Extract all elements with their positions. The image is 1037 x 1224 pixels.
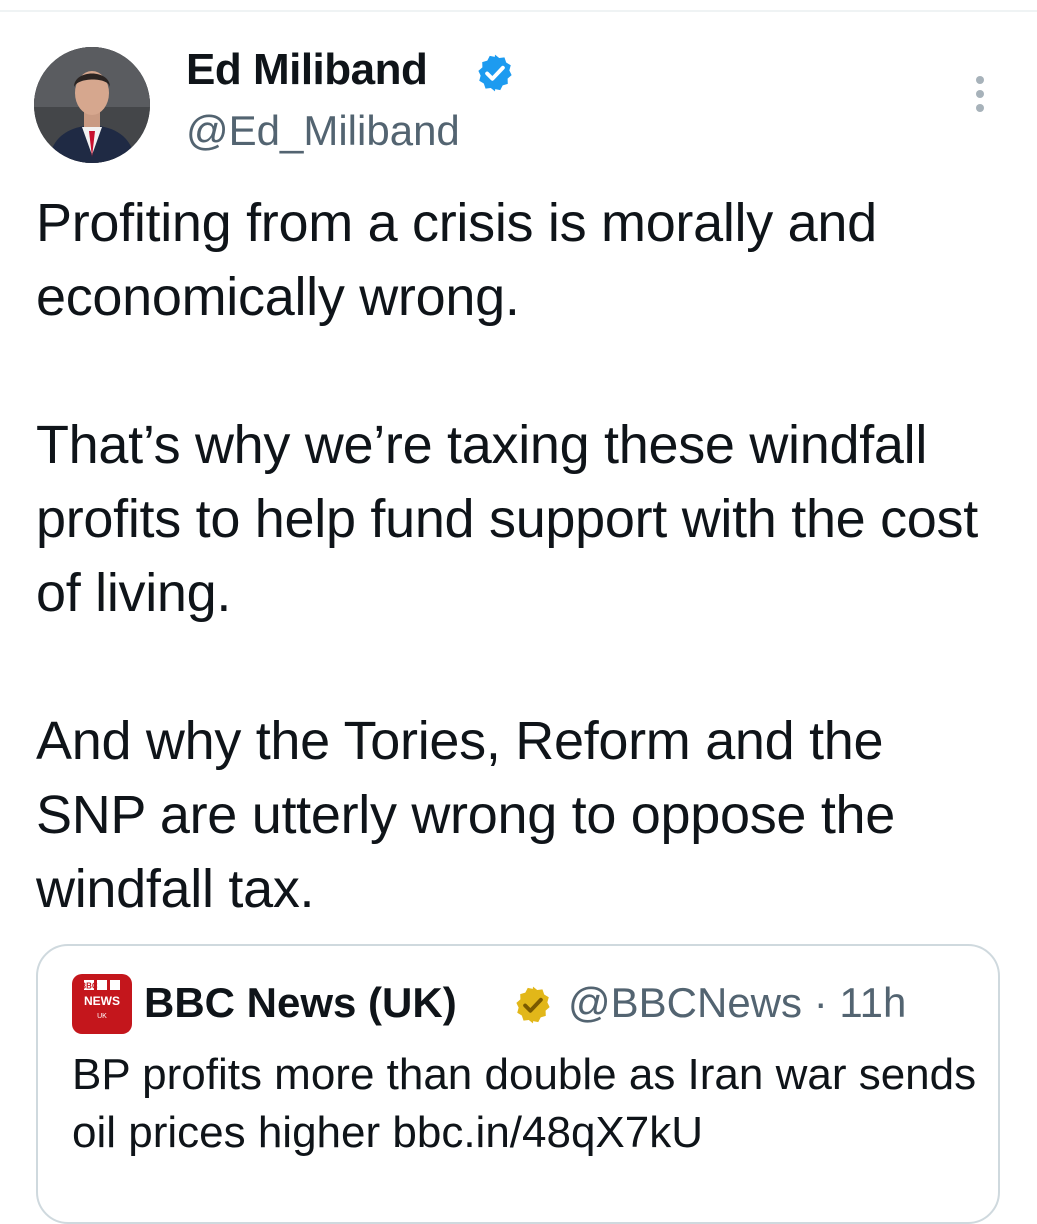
bbc-logo-news: NEWS [84, 994, 120, 1008]
tweet-paragraph: And why the Tories, Reform and the SNP a… [36, 711, 896, 919]
more-vertical-icon[interactable] [960, 70, 1000, 118]
tweet-paragraph: That’s why we’re taxing these windfall p… [36, 415, 978, 623]
bbc-news-logo[interactable]: BBC NEWS UK [72, 974, 132, 1034]
gold-verified-badge-icon [512, 984, 554, 1026]
quoted-timestamp[interactable]: 11h [839, 979, 906, 1026]
top-divider [0, 10, 1037, 12]
tweet-paragraph: Profiting from a crisis is morally and e… [36, 193, 877, 327]
avatar[interactable] [34, 47, 150, 163]
quoted-author-name[interactable]: BBC News (UK) [144, 976, 457, 1030]
quoted-tweet-card[interactable]: BBC NEWS UK BBC News (UK) @BBCNews · 11h… [36, 944, 1000, 1224]
quoted-handle-time: @BBCNews · 11h [568, 976, 906, 1030]
meta-separator: · [813, 979, 828, 1026]
author-name[interactable]: Ed Miliband [186, 42, 428, 98]
quoted-tweet-text: BP profits more than double as Iran war … [72, 1050, 977, 1157]
author-handle[interactable]: @Ed_Miliband [186, 104, 460, 158]
quoted-author-handle[interactable]: @BBCNews [568, 979, 802, 1026]
tweet-text: Profiting from a crisis is morally and e… [36, 186, 996, 926]
verified-badge-icon [474, 52, 516, 94]
bbc-logo-uk: UK [97, 1013, 107, 1020]
bbc-logo-letter: BBC [80, 982, 98, 991]
